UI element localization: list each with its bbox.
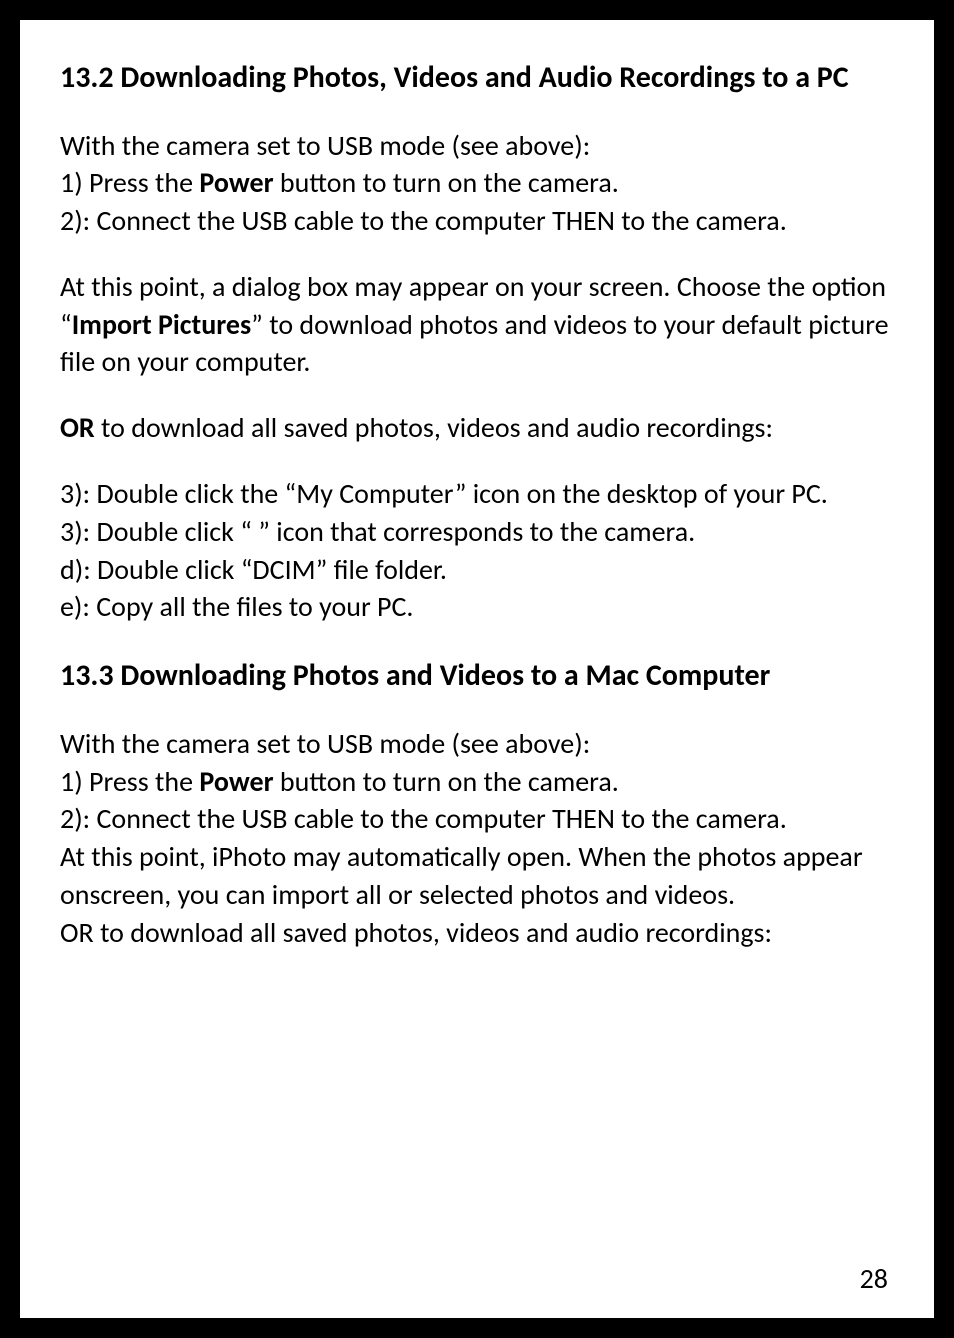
text-line: 2): Connect the USB cable to the compute… [60,203,787,238]
text-line: At this point, iPhoto may automatically … [60,839,863,912]
text-line: button to turn on the camera. [274,165,619,200]
text-line: button to turn on the camera. [274,764,619,799]
section-heading-13-3: 13.3 Downloading Photos and Videos to a … [60,656,894,697]
paragraph-or: OR to download all saved photos, videos … [60,409,894,447]
text-line: 1) Press the [60,764,199,799]
paragraph-dialog-box: At this point, a dialog box may appear o… [60,268,894,381]
text-line: 3): Double click “ ” icon that correspon… [60,514,695,549]
paragraph-mac-steps: With the camera set to USB mode (see abo… [60,725,894,952]
text-line: OR to download all saved photos, videos … [60,915,772,950]
text-bold-or: OR [60,410,95,445]
page-number: 28 [860,1261,888,1296]
text-line: 3): Double click the “My Computer” icon … [60,476,828,511]
document-page: 13.2 Downloading Photos, Videos and Audi… [20,20,934,1318]
text-line: e): Copy all the files to your PC. [60,589,414,624]
text-line: 1) Press the [60,165,199,200]
paragraph-steps-continued: 3): Double click the “My Computer” icon … [60,475,894,626]
paragraph-usb-steps-pc: With the camera set to USB mode (see abo… [60,127,894,240]
text-bold-power: Power [199,165,273,200]
section-heading-13-2: 13.2 Downloading Photos, Videos and Audi… [60,58,894,99]
text-line: d): Double click “DCIM” file folder. [60,552,447,587]
text-line: 2): Connect the USB cable to the compute… [60,801,787,836]
text-line: With the camera set to USB mode (see abo… [60,726,590,761]
text-bold-power-mac: Power [199,764,273,799]
text-line: With the camera set to USB mode (see abo… [60,128,590,163]
text-line: to download all saved photos, videos and… [95,410,773,445]
text-bold-import: Import Pictures [72,307,251,342]
